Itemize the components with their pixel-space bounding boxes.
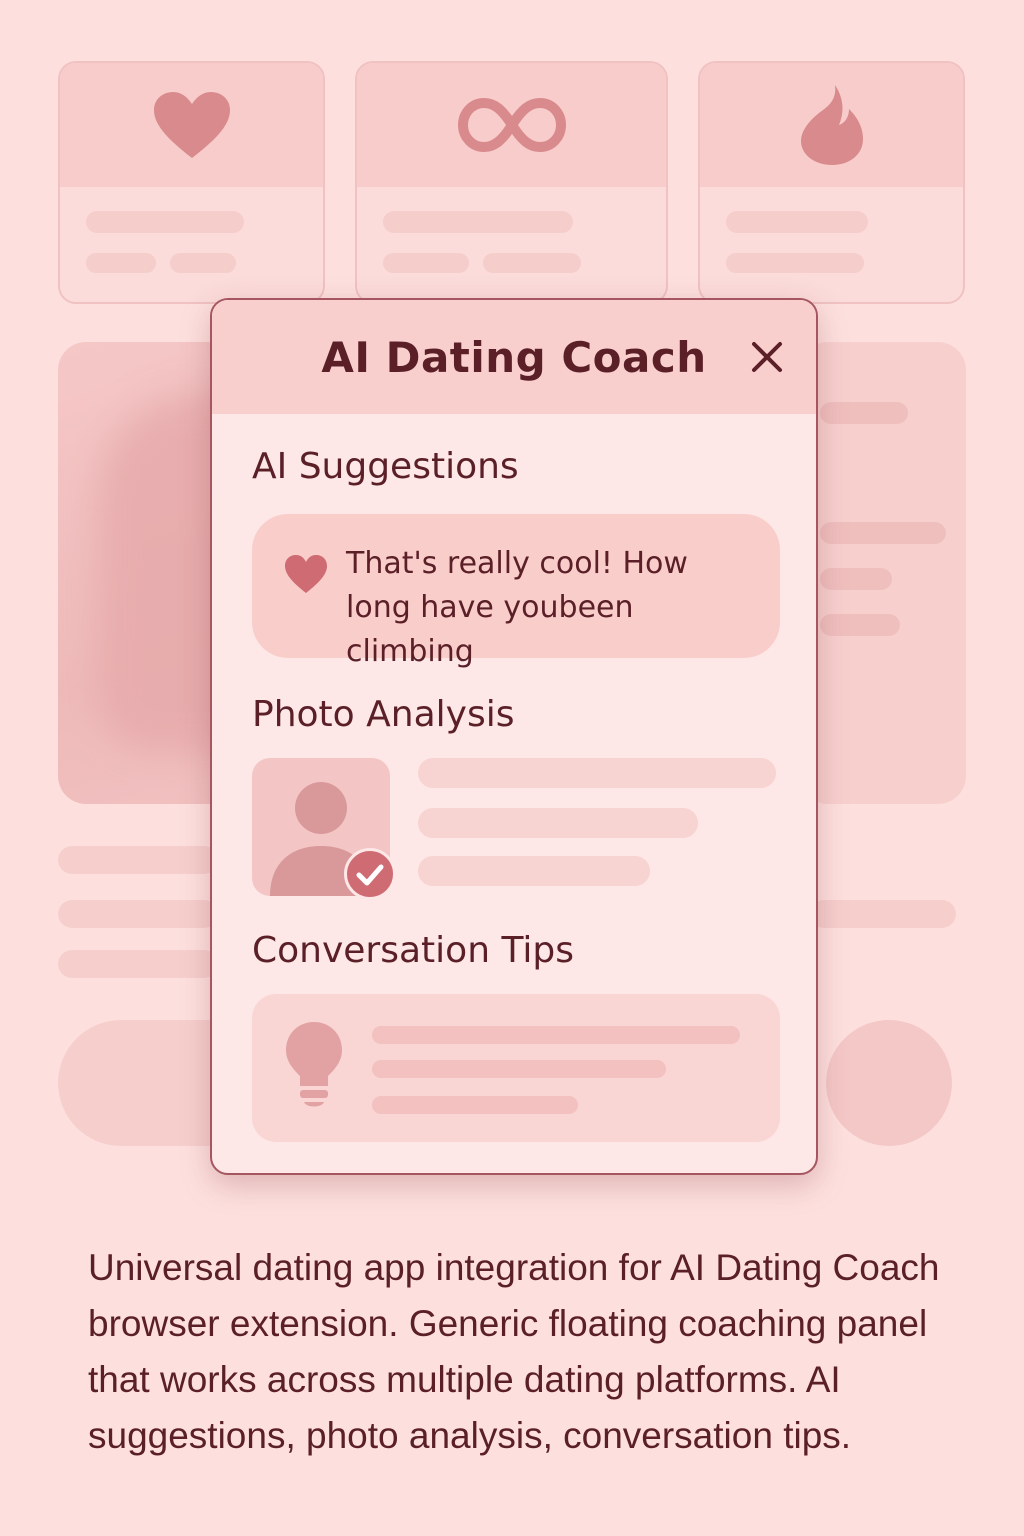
app-card-infinity[interactable]: [355, 61, 668, 304]
placeholder-chip: [483, 253, 581, 273]
close-icon[interactable]: [748, 338, 786, 376]
infinity-icon: [457, 97, 566, 153]
placeholder-chip: [86, 253, 156, 273]
placeholder-line: [58, 900, 218, 928]
panel-title: AI Dating Coach: [321, 332, 707, 382]
section-title-photo-analysis: Photo Analysis: [252, 694, 515, 735]
placeholder-line: [58, 846, 218, 874]
section-title-suggestions: AI Suggestions: [252, 446, 519, 487]
app-card-body: [60, 187, 323, 273]
placeholder-line: [820, 568, 892, 590]
caption-text: Universal dating app integration for AI …: [88, 1247, 940, 1456]
placeholder-chip: [383, 253, 469, 273]
placeholder-line: [58, 950, 218, 978]
app-card-header: [357, 63, 666, 187]
placeholder-line: [820, 402, 908, 424]
placeholder-line: [383, 211, 573, 233]
analysis-line: [418, 856, 650, 886]
placeholder-line: [820, 522, 946, 544]
placeholder-line: [726, 253, 864, 273]
tip-line: [372, 1096, 578, 1114]
placeholder-chip: [170, 253, 236, 273]
app-card-header: [60, 63, 323, 187]
suggestion-card[interactable]: That's really cool! How long have youbee…: [252, 514, 780, 669]
coach-panel: AI Dating Coach AI Suggestions That's re…: [210, 298, 818, 1175]
section-title-conversation-tips: Conversation Tips: [252, 930, 574, 971]
heart-icon: [153, 92, 230, 158]
app-card-body: [357, 187, 666, 273]
verified-badge: [344, 848, 396, 900]
app-card-body: [700, 187, 963, 273]
analysis-line: [418, 758, 776, 788]
placeholder-line: [726, 211, 868, 233]
placeholder-line: [810, 900, 956, 928]
placeholder-line: [820, 614, 900, 636]
app-card-header: [700, 63, 963, 187]
like-button[interactable]: [826, 1020, 952, 1146]
suggestion-text: That's really cool! How long have youbee…: [346, 546, 688, 669]
lightbulb-icon: [286, 1022, 342, 1107]
check-icon: [356, 864, 384, 886]
analysis-line: [418, 808, 698, 838]
app-card-hearts[interactable]: [58, 61, 325, 304]
heart-icon: [285, 555, 327, 593]
flame-icon: [800, 85, 863, 165]
profile-details: [800, 342, 966, 804]
tips-card[interactable]: [252, 994, 780, 1142]
panel-header: AI Dating Coach: [212, 300, 816, 414]
placeholder-line: [86, 211, 244, 233]
tip-line: [372, 1026, 740, 1044]
app-card-flame[interactable]: [698, 61, 965, 304]
tip-line: [372, 1060, 666, 1078]
